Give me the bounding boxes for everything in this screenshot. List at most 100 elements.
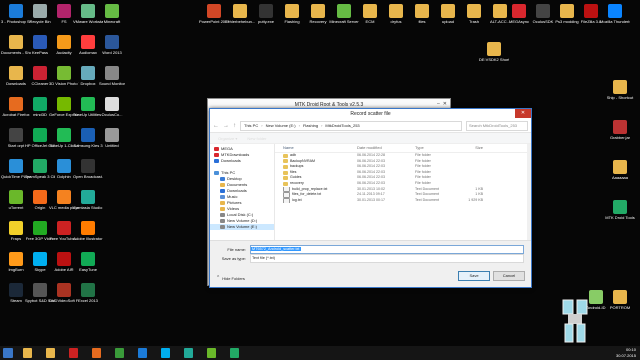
- desktop-icon-image: [207, 4, 221, 18]
- taskbar-app-mtk[interactable]: [230, 348, 239, 358]
- back-icon[interactable]: ←: [213, 123, 219, 129]
- desktop-icon-image: [608, 4, 622, 18]
- folder-icon: [220, 219, 225, 223]
- desktop-icon-image: [81, 4, 95, 18]
- desktop-icon[interactable]: Minecraft Server: [329, 4, 359, 24]
- desktop-icon-image: [105, 97, 119, 111]
- save-button[interactable]: Save: [458, 271, 490, 281]
- desktop-icon[interactable]: upload: [434, 4, 462, 24]
- cancel-button[interactable]: Cancel: [493, 271, 525, 281]
- desktop-icon[interactable]: OculusCo...: [98, 97, 126, 117]
- desktop-icon[interactable]: Trash: [460, 4, 488, 24]
- desktop-icon-image: [81, 35, 95, 49]
- desktop-icon[interactable]: Sound Monitor: [98, 66, 126, 86]
- desktop-icon-image: [9, 190, 23, 204]
- desktop-icon-image: [613, 120, 627, 134]
- folder-icon: [220, 213, 225, 217]
- desktop-icon-image: [285, 4, 299, 18]
- desktop-icon[interactable]: Recovery: [304, 4, 332, 24]
- taskbar-app-file-explorer[interactable]: [23, 348, 32, 358]
- desktop-icon-image: [33, 190, 47, 204]
- desktop-icon[interactable]: ECM: [356, 4, 384, 24]
- desktop-icon[interactable]: Aaaaaaa: [606, 160, 634, 180]
- breadcrumb[interactable]: This PC › New Volume (E:) › Flashing › MtkDroi…: [240, 121, 462, 131]
- taskbar-app-chrome[interactable]: [115, 348, 124, 358]
- desktop-icon[interactable]: Open Broadcast...: [73, 159, 103, 179]
- desktop-icon[interactable]: Mozilla Thunderbird: [600, 4, 630, 24]
- column-header[interactable]: Size: [453, 144, 483, 152]
- desktop-icon[interactable]: Untitled: [98, 128, 126, 148]
- dialog-close-button[interactable]: ✕: [515, 109, 531, 118]
- file-type: Text Document: [415, 197, 439, 202]
- taskbar-app-explorer[interactable]: [46, 348, 55, 358]
- breadcrumb-item[interactable]: New Volume (E:): [266, 122, 296, 130]
- system-tray-clock[interactable]: 00:10 30.07.2015: [616, 347, 636, 359]
- breadcrumb-item[interactable]: Flashing: [303, 122, 318, 130]
- new-folder-button[interactable]: New folder: [247, 136, 266, 141]
- taskbar-app-downloads[interactable]: [69, 348, 78, 358]
- desktop-icon[interactable]: Fehlerbehebun...: [225, 4, 255, 24]
- desktop-icon[interactable]: Excel 2013: [74, 283, 102, 303]
- file-row[interactable]: log.txt 30.01.2013 00:17 Text Document 1 92…: [275, 197, 531, 204]
- desktop-icon[interactable]: PowerPoint 2013: [199, 4, 229, 24]
- desktop-icon[interactable]: Ship - Shortcut: [606, 80, 634, 100]
- desktop-icon-label: Ship - Shortcut: [606, 95, 634, 100]
- desktop-icon-image: [33, 283, 47, 297]
- up-icon[interactable]: ↑: [233, 123, 236, 129]
- text-file-icon: [283, 197, 290, 204]
- desktop-icon[interactable]: files: [408, 4, 436, 24]
- desktop-icon[interactable]: MTK Droid Tools: [605, 200, 635, 220]
- robot-figure: [562, 299, 588, 343]
- desktop-icon-image: [9, 283, 23, 297]
- desktop-icon[interactable]: Minecraft: [98, 4, 126, 24]
- taskbar-app-photoshop[interactable]: [138, 348, 147, 358]
- nav-item[interactable]: New Volume (E:): [210, 224, 274, 230]
- breadcrumb-separator-icon: ›: [321, 123, 323, 128]
- desktop-icon[interactable]: Adobe Illustrator: [73, 221, 103, 241]
- start-button[interactable]: [3, 348, 13, 358]
- vertical-scrollbar[interactable]: [527, 144, 531, 254]
- desktop-icon[interactable]: Grabber.jar: [606, 120, 634, 140]
- column-header[interactable]: Type: [415, 144, 453, 152]
- desktop-icon-image: [57, 128, 71, 142]
- close-icon[interactable]: ✕: [443, 101, 447, 107]
- taskbar-app-app[interactable]: [207, 348, 216, 358]
- desktop-icon[interactable]: dryfus: [382, 4, 410, 24]
- desktop-icon-image: [9, 221, 23, 235]
- hide-folders-toggle[interactable]: ⌃ Hide Folders: [216, 275, 245, 281]
- taskbar-app-skype[interactable]: [161, 348, 170, 358]
- desktop-icon[interactable]: putty.exe: [252, 4, 280, 24]
- desktop-icon-image: [57, 4, 71, 18]
- file-name-input[interactable]: MT6572_Android_scatter.txt: [250, 245, 524, 254]
- clock-date: 30.07.2015: [615, 353, 636, 358]
- desktop-icon-image: [57, 190, 71, 204]
- file-name-label: File name:: [227, 247, 246, 252]
- file-name-row: File name: MT6572_Android_scatter.txt: [216, 245, 524, 254]
- desktop-icon-image: [311, 4, 325, 18]
- desktop-icon[interactable]: EasyTune: [74, 252, 102, 272]
- desktop-icon-label: Grabber.jar: [609, 135, 630, 140]
- column-header[interactable]: Name: [283, 144, 357, 152]
- desktop-icon-label: Mozilla Thunderbird: [600, 19, 630, 24]
- taskbar-apps: [16, 348, 246, 358]
- breadcrumb-item[interactable]: MtkDroidTools_253: [325, 122, 359, 130]
- breadcrumb-item[interactable]: This PC: [244, 122, 258, 130]
- minimize-icon[interactable]: –: [437, 101, 440, 107]
- save-type-select[interactable]: Text file (*.txt): [250, 254, 524, 263]
- desktop-icon[interactable]: DE:VSDK2 Shortcut: [479, 42, 509, 62]
- forward-icon[interactable]: →: [223, 123, 229, 129]
- desktop-icon[interactable]: Camtasia Studio 8: [73, 190, 103, 210]
- taskbar: 00:10 30.07.2015: [0, 346, 640, 360]
- file-list: Name Date modified Type Size adb 06.06.2014 …: [275, 144, 531, 254]
- taskbar-app-firefox[interactable]: [92, 348, 101, 358]
- desktop-icon-image: [33, 97, 47, 111]
- organize-button[interactable]: Organize ▾: [218, 136, 237, 141]
- search-input[interactable]: Search MtkDroidTools_253: [466, 121, 528, 131]
- column-header[interactable]: Date modified: [357, 144, 415, 152]
- folder-icon: [220, 207, 225, 211]
- taskbar-app-camtasia[interactable]: [184, 348, 193, 358]
- desktop-icon[interactable]: Flashing: [278, 4, 306, 24]
- desktop-icon-label: Aaaaaaa: [611, 175, 628, 180]
- desktop-icon-image: [105, 128, 119, 142]
- desktop-icon[interactable]: Word 2013: [98, 35, 126, 55]
